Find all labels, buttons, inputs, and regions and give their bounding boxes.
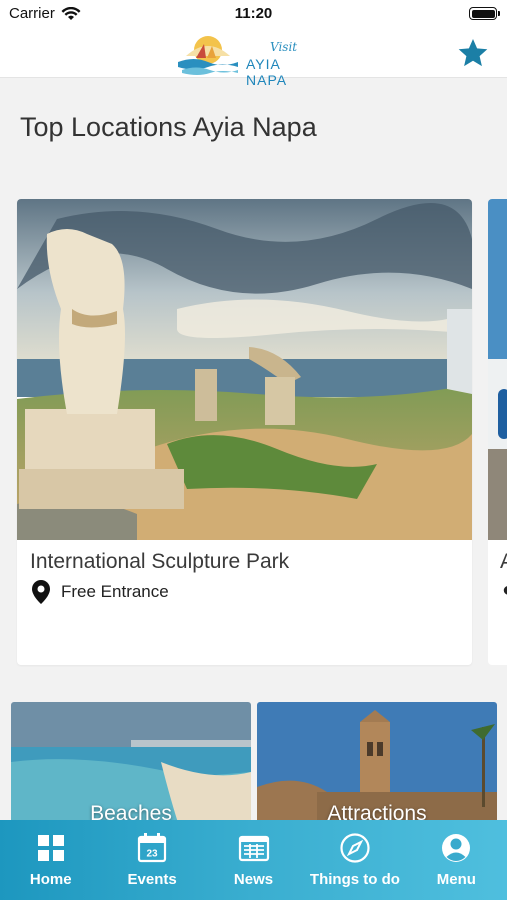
calendar-day-text: 23 [147,849,159,860]
tab-label: Events [127,871,177,888]
app-logo[interactable]: Visit AYIA NAPA [176,32,326,88]
category-attractions[interactable]: Attractions [257,702,497,832]
favorites-star-icon[interactable] [457,37,489,69]
tab-label: Menu [436,871,476,888]
location-card-next[interactable]: A ● [488,199,507,665]
tab-events[interactable]: 23 Events [101,820,202,900]
location-title: International Sculpture Park [30,550,290,573]
user-icon [442,834,471,862]
tab-news[interactable]: News [203,820,304,900]
clock: 11:20 [234,5,273,22]
location-card[interactable]: International Sculpture Park Free Entran… [17,199,472,665]
tab-bar: Home 23 Events News Things to do Menu [0,820,507,900]
compass-icon [340,833,370,863]
location-entrance-text: Free Entrance [61,582,169,601]
tab-label: Things to do [309,871,400,888]
location-photo [17,199,472,540]
tab-home[interactable]: Home [0,820,101,900]
tab-menu[interactable]: Menu [406,820,507,900]
newspaper-icon [238,835,269,862]
location-meta: Free Entrance [30,579,169,605]
tab-things-to-do[interactable]: Things to do [304,820,405,900]
grid-icon [37,835,64,861]
logo-name-text: AYIA NAPA [246,56,288,88]
section-title: Top Locations Ayia Napa [20,112,317,142]
location-title-next: A [500,550,507,574]
calendar-icon: 23 [138,833,167,863]
logo-mark-icon [178,36,238,75]
location-pin-icon [32,580,50,604]
location-photo-next [488,199,507,540]
battery-icon [469,7,500,20]
tab-label: Home [29,871,72,888]
category-beaches[interactable]: Beaches [11,702,251,832]
logo-script-text: Visit [270,40,298,54]
location-pin-icon-next: ● [502,579,507,602]
app-header: Visit AYIA NAPA [0,28,507,88]
status-bar: Carrier 11:20 [0,0,507,28]
tab-label: News [233,871,274,888]
